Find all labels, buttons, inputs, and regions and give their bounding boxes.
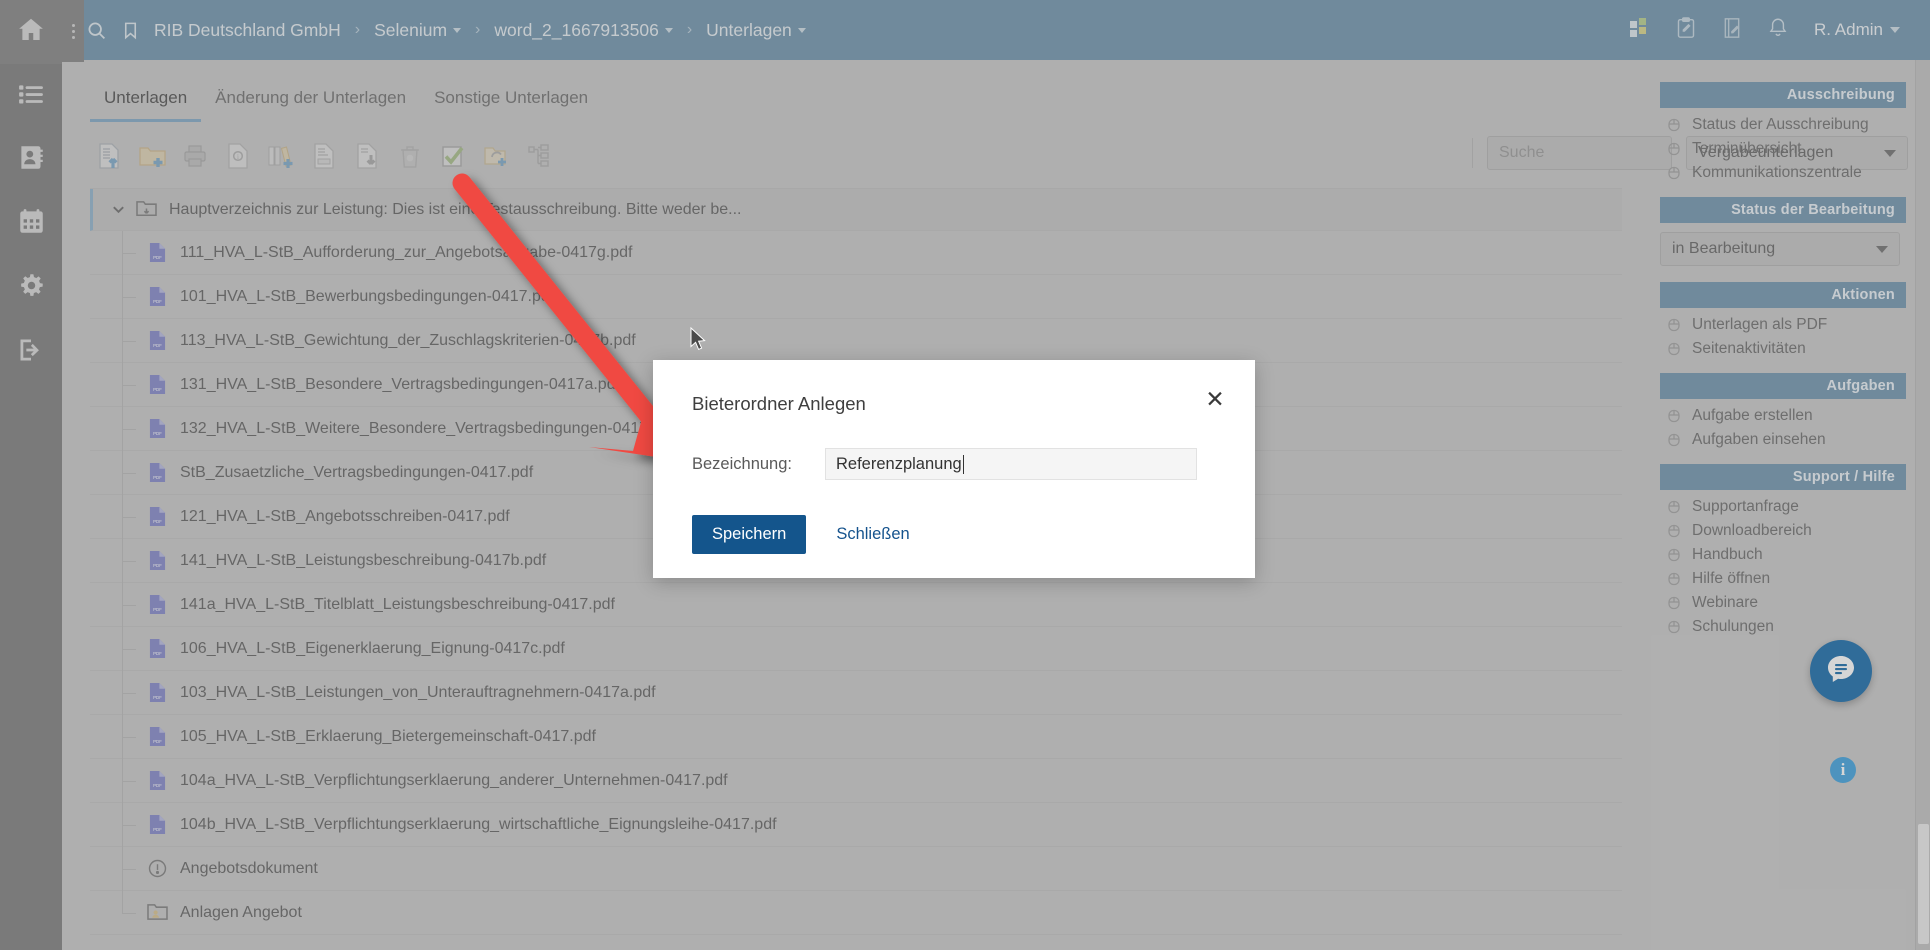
- app-root: RIB Deutschland GmbH › Selenium › word_2…: [0, 0, 1930, 950]
- bezeichnung-label: Bezeichnung:: [692, 455, 825, 474]
- bezeichnung-input[interactable]: Referenzplanung: [825, 448, 1197, 480]
- bezeichnung-value: Referenzplanung: [836, 455, 962, 474]
- bieterordner-anlegen-dialog: Bieterordner Anlegen ✕ Bezeichnung: Refe…: [653, 360, 1255, 578]
- bezeichnung-field-group: Bezeichnung: Referenzplanung: [692, 448, 1197, 480]
- close-icon[interactable]: ✕: [1201, 385, 1229, 413]
- dialog-actions: Speichern Schließen: [692, 515, 918, 554]
- dialog-title: Bieterordner Anlegen: [692, 393, 866, 415]
- close-button[interactable]: Schließen: [828, 515, 917, 554]
- text-cursor: [963, 455, 964, 474]
- save-button[interactable]: Speichern: [692, 515, 806, 554]
- mouse-cursor: [690, 327, 710, 355]
